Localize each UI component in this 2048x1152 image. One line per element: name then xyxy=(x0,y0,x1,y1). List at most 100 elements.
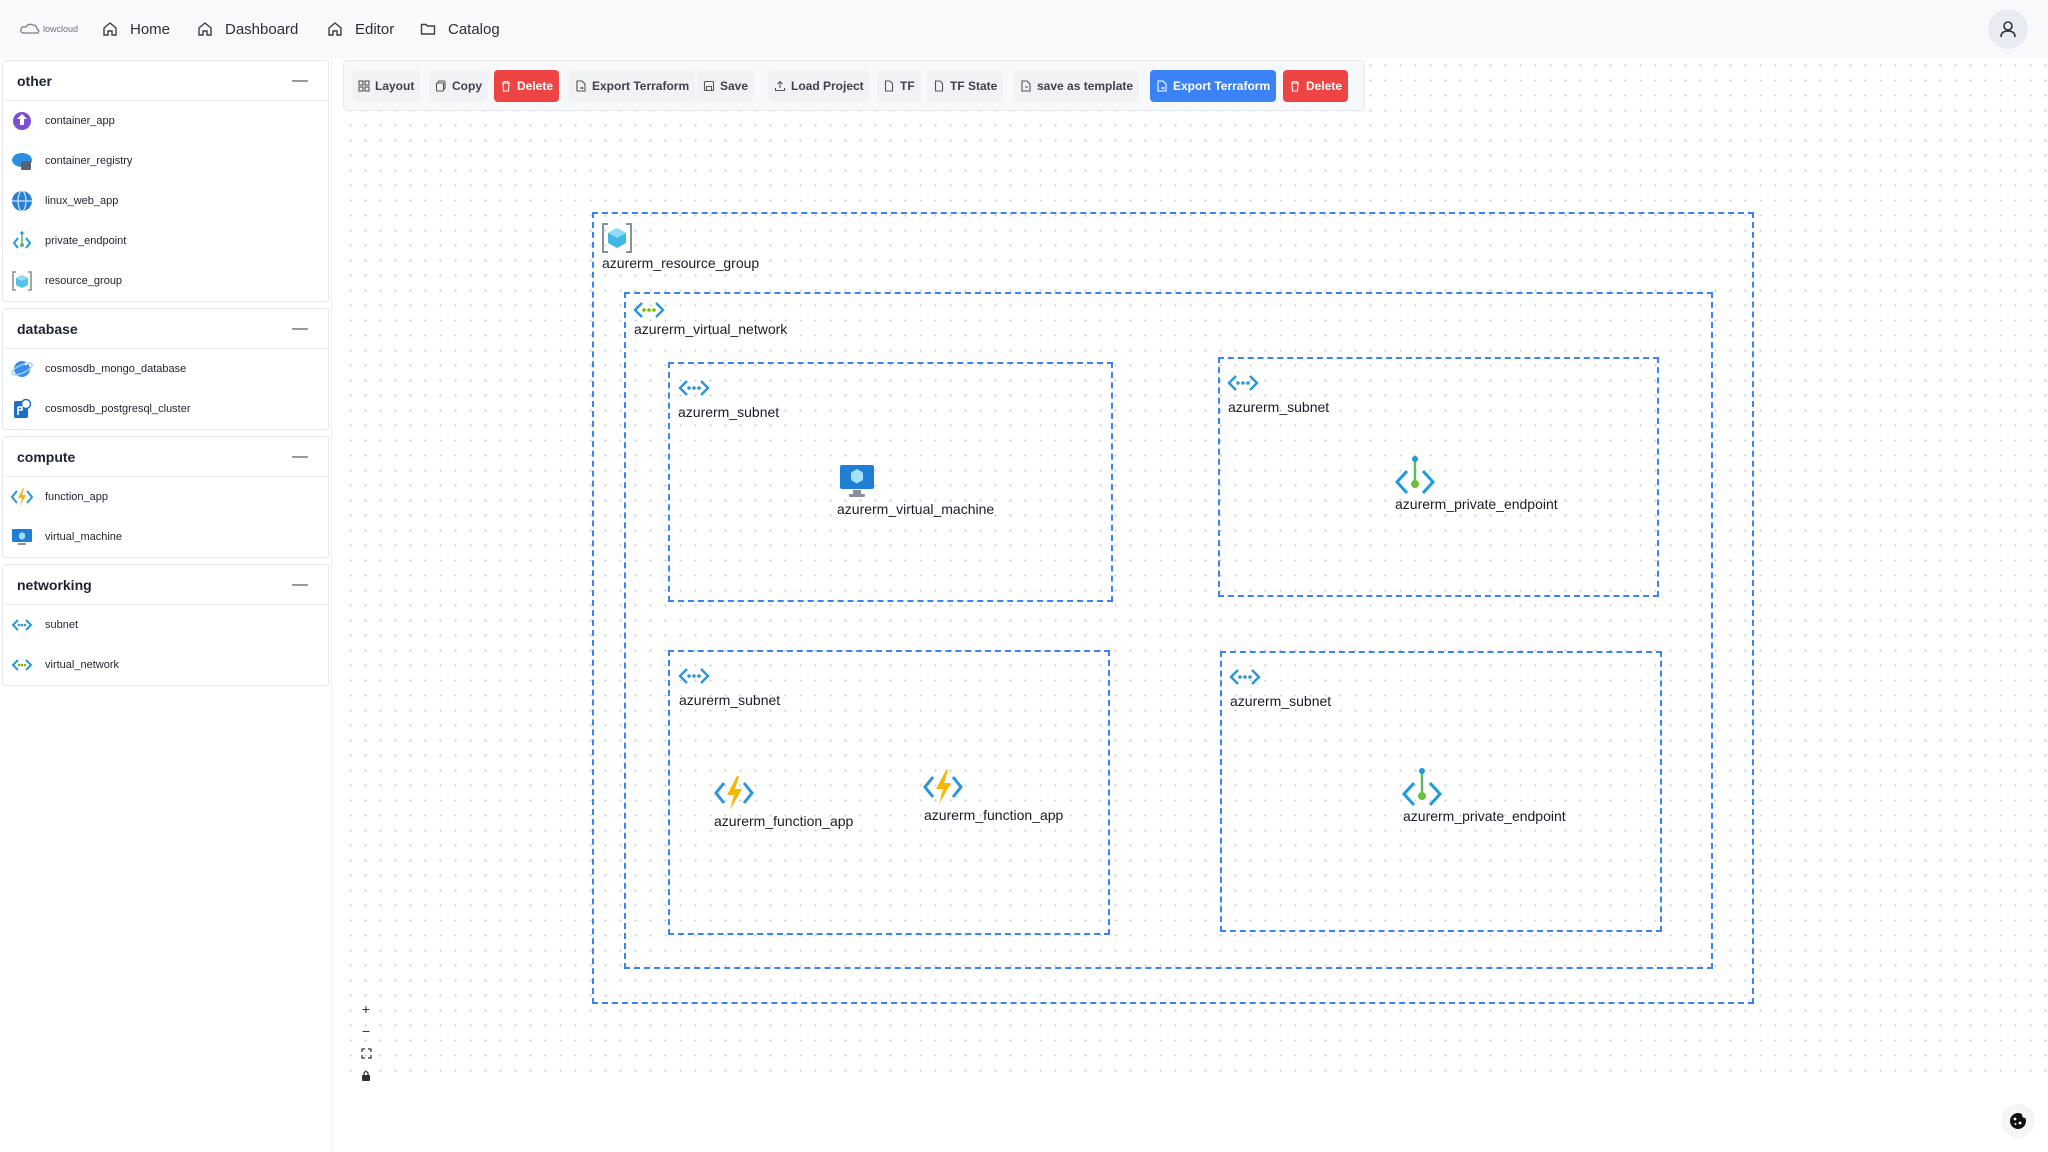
copy-icon xyxy=(435,80,446,92)
sidebar-item-virtual-network[interactable]: virtual_network xyxy=(3,645,328,685)
layout-button[interactable]: Layout xyxy=(352,70,421,102)
subnet-label: azurerm_subnet xyxy=(1228,399,1330,415)
sidebar-item-private-endpoint[interactable]: private_endpoint xyxy=(3,221,328,261)
section-database: database — cosmosdb_mongo_database cosmo… xyxy=(2,308,329,430)
sidebar-item-linux-web-app[interactable]: linux_web_app xyxy=(3,181,328,221)
private-endpoint-icon[interactable] xyxy=(1400,766,1444,810)
zoom-out-button[interactable]: − xyxy=(355,1020,377,1042)
layout-grid-icon xyxy=(358,80,370,92)
nav-dashboard[interactable]: Dashboard xyxy=(197,18,298,40)
cloud-logo-icon xyxy=(20,23,40,34)
sidebar-item-label: container_registry xyxy=(45,155,133,167)
file-export-icon xyxy=(576,80,586,92)
lock-button[interactable] xyxy=(355,1064,377,1086)
sidebar-item-label: function_app xyxy=(45,491,108,503)
subnet-label: azurerm_subnet xyxy=(678,404,780,420)
trash-icon xyxy=(1291,80,1299,92)
tf-label: TF xyxy=(900,79,915,93)
virtual-machine-icon xyxy=(10,526,33,549)
file-icon xyxy=(934,80,944,92)
sidebar-item-cosmosdb-mongo-database[interactable]: cosmosdb_mongo_database xyxy=(3,349,328,389)
cookie-settings-button[interactable] xyxy=(2001,1104,2035,1138)
sidebar-item-label: subnet xyxy=(45,619,79,631)
function-app-icon xyxy=(10,486,33,509)
sidebar-item-virtual-machine[interactable]: virtual_machine xyxy=(3,517,328,557)
function-app-icon[interactable] xyxy=(922,767,964,807)
sidebar-item-label: cosmosdb_mongo_database xyxy=(45,363,187,375)
delete-secondary-button[interactable]: Delete xyxy=(1283,70,1349,102)
section-header-database[interactable]: database — xyxy=(3,309,328,349)
section-title: database xyxy=(17,320,78,337)
save-label: Save xyxy=(720,79,749,93)
cookie-icon xyxy=(2010,1112,2028,1129)
folder-icon xyxy=(420,23,436,35)
sidebar-item-container-registry[interactable]: container_registry xyxy=(3,141,328,181)
load-project-button[interactable]: Load Project xyxy=(768,70,870,102)
subnet-container[interactable] xyxy=(1218,357,1659,597)
collapse-icon[interactable]: — xyxy=(292,576,308,594)
file-export-icon xyxy=(1157,80,1167,92)
save-as-template-button[interactable]: save as template xyxy=(1014,70,1140,102)
postgresql-icon xyxy=(10,398,33,421)
copy-label: Copy xyxy=(452,79,482,93)
trash-icon xyxy=(502,80,510,92)
file-icon xyxy=(884,80,894,92)
sidebar-item-cosmosdb-postgresql-cluster[interactable]: cosmosdb_postgresql_cluster xyxy=(3,389,328,429)
sidebar-item-function-app[interactable]: function_app xyxy=(3,477,328,517)
home-icon xyxy=(198,22,212,36)
virtual-machine-icon[interactable] xyxy=(838,460,876,500)
home-icon xyxy=(328,22,342,36)
lock-icon xyxy=(362,1070,370,1081)
export-terraform-button[interactable]: Export Terraform xyxy=(569,70,696,102)
tf-button[interactable]: TF xyxy=(877,70,921,102)
save-button[interactable]: Save xyxy=(697,70,755,102)
collapse-icon[interactable]: — xyxy=(292,72,308,90)
export-terraform-primary-button[interactable]: Export Terraform xyxy=(1150,70,1277,102)
function-app-icon[interactable] xyxy=(713,773,755,813)
export-terraform-label: Export Terraform xyxy=(592,79,690,93)
user-avatar-button[interactable] xyxy=(1988,9,2028,49)
sidebar-item-resource-group[interactable]: resource_group xyxy=(3,261,328,301)
layout-label: Layout xyxy=(375,79,415,93)
fit-view-button[interactable] xyxy=(355,1042,377,1064)
nav-catalog[interactable]: Catalog xyxy=(420,18,500,40)
resource-group-label: azurerm_resource_group xyxy=(602,255,760,271)
private-endpoint-icon xyxy=(10,230,33,253)
subnet-container[interactable] xyxy=(668,362,1113,602)
top-navigation-bar: lowcloud Home Dashboard Editor Catalog xyxy=(0,0,2048,58)
subnet-icon xyxy=(678,668,710,684)
sidebar-item-subnet[interactable]: subnet xyxy=(3,605,328,645)
function-app-label: azurerm_function_app xyxy=(714,813,854,829)
subnet-icon xyxy=(678,380,710,396)
subnet-icon xyxy=(1229,669,1261,685)
zoom-controls: + − xyxy=(355,998,377,1086)
nav-dashboard-label: Dashboard xyxy=(225,20,299,38)
section-header-compute[interactable]: compute — xyxy=(3,437,328,477)
nav-home[interactable]: Home xyxy=(102,18,170,40)
section-networking: networking — subnet virtual_network xyxy=(2,564,329,686)
virtual-network-label: azurerm_virtual_network xyxy=(634,321,788,337)
nav-editor-label: Editor xyxy=(355,20,395,38)
function-app-label: azurerm_function_app xyxy=(924,807,1064,823)
section-header-networking[interactable]: networking — xyxy=(3,565,328,605)
sidebar-item-container-app[interactable]: container_app xyxy=(3,101,328,141)
nav-editor[interactable]: Editor xyxy=(327,18,394,40)
delete-button[interactable]: Delete xyxy=(494,70,560,102)
sidebar-item-label: private_endpoint xyxy=(45,235,127,247)
user-icon xyxy=(2000,21,2016,38)
copy-button[interactable]: Copy xyxy=(429,70,488,102)
virtual-network-icon xyxy=(633,302,665,318)
tf-state-button[interactable]: TF State xyxy=(927,70,1004,102)
private-endpoint-label: azurerm_private_endpoint xyxy=(1395,496,1558,512)
virtual-machine-label: azurerm_virtual_machine xyxy=(837,501,995,517)
collapse-icon[interactable]: — xyxy=(292,320,308,338)
section-title: other xyxy=(17,72,52,89)
subnet-label: azurerm_subnet xyxy=(679,692,781,708)
sidebar-item-label: linux_web_app xyxy=(45,195,119,207)
section-title: networking xyxy=(17,576,92,593)
private-endpoint-icon[interactable] xyxy=(1393,454,1437,498)
app-logo[interactable]: lowcloud xyxy=(20,20,78,38)
collapse-icon[interactable]: — xyxy=(292,448,308,466)
section-header-other[interactable]: other — xyxy=(3,61,328,101)
zoom-in-button[interactable]: + xyxy=(355,998,377,1020)
